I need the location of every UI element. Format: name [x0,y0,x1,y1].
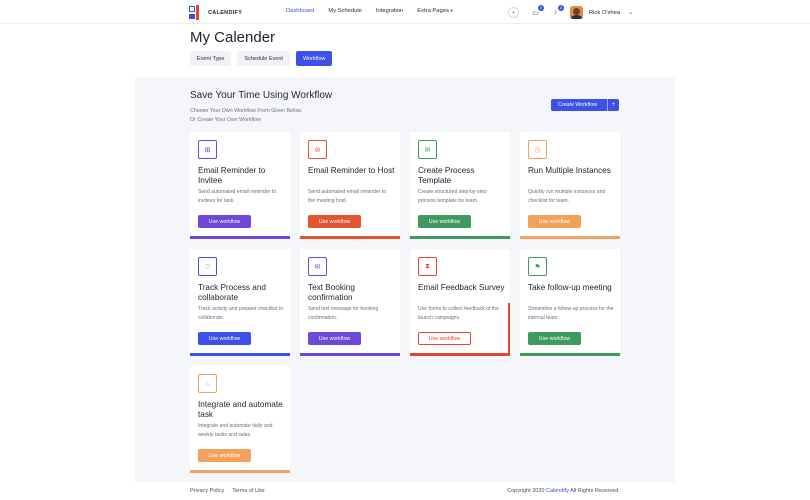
header-actions: + ▭ 2 ♪ 3 Rick O'shea ⌄ [508,5,633,19]
envelope-open-icon: ✉ [418,140,437,159]
top-header: CALENDIFY Dashboard My Schedule Integrat… [0,0,810,24]
workflow-card: ♡ Track Process and collaborate Track acti… [190,249,290,356]
copyright-prefix: Copyright 2020 [507,488,546,494]
workflow-card-description: Send text message for booking confirmati… [308,306,379,321]
workflow-card-title: Track Process and collaborate [198,283,266,302]
workflow-card-description: Quickly run multiple instances and check… [528,189,606,204]
nav-dashboard[interactable]: Dashboard [286,8,314,14]
workflow-card: ⊞ Email Reminder to Invitee Send automated… [190,132,290,239]
eye-slash-icon: ⊘ [308,140,327,159]
copyright-suffix: All Rights Reserved. [568,488,620,494]
use-workflow-button[interactable]: Use workflow [198,215,251,228]
card-accent-bar [190,236,290,239]
footer-links: Privacy Policy Terms of Use [190,488,273,494]
workflow-card: ✉ Text Booking confirmation Send text mess… [300,249,400,356]
use-workflow-button[interactable]: Use workflow [418,332,471,345]
use-workflow-button[interactable]: Use workflow [308,215,361,228]
envelope-icon: ✉ [308,257,327,276]
card-accent-bar [300,236,400,239]
brand-link[interactable]: Calendify [546,488,569,494]
message-icon[interactable]: ▭ 2 [530,5,544,18]
nav-integration[interactable]: Integration [376,8,403,14]
page-title: My Calender [190,29,276,46]
avatar[interactable] [570,6,583,19]
workflow-subtitle-line1: Choose Your Own Workflow From Given Belo… [190,108,303,114]
use-workflow-button[interactable]: Use workflow [418,215,471,228]
workflow-card: ⊘ Email Reminder to Host Send automated em… [300,132,400,239]
card-accent-bar [190,470,290,473]
handshake-icon: ♡ [198,257,217,276]
logo-mark-icon [189,5,204,20]
user-name[interactable]: Rick O'shea [589,10,620,16]
workflow-card: ✉ Create Process Template Create structure… [410,132,510,239]
tab-bar: Event Type Schedule Event Workflow [190,51,338,66]
notification-badge: 3 [558,5,564,11]
use-workflow-button[interactable]: Use workflow [528,215,581,228]
chevron-down-icon: ▾ [450,8,453,13]
workflow-card-title: Integrate and automate task [198,400,283,419]
card-accent-bar [410,236,510,239]
workflow-card-description: Send automated email reminder to the mee… [308,189,387,204]
card-accent-side [508,303,510,356]
workflow-card-description: Send automated email reminder to invitee… [198,189,277,204]
bookmark-icon: ⚑ [528,257,547,276]
use-workflow-button[interactable]: Use workflow [198,449,251,462]
bell-icon[interactable]: ♪ 3 [550,5,564,18]
workflow-card-description: Streamline a follow-up process for the i… [528,306,614,321]
privacy-policy-link[interactable]: Privacy Policy [190,488,224,494]
workflow-card-title: Create Process Template [418,166,475,185]
tab-workflow[interactable]: Workflow [295,51,333,66]
workflow-panel: Save Your Time Using Workflow Choose You… [135,77,675,482]
clock-icon: ◷ [528,140,547,159]
create-workflow-label: Create Workflow [558,102,598,108]
card-accent-bar [410,353,510,356]
workflow-card: ⚑ Take follow-up meeting Streamline a foll… [520,249,620,356]
workflow-subtitle-line2: Or Create Your Own Workflow [190,117,261,123]
hourglass-icon: ⧗ [418,257,437,276]
workflow-card-title: Email Feedback Survey [418,283,505,292]
workflow-subtitle: Choose Your Own Workflow From Given Belo… [190,107,350,125]
workflow-card-description: Create structured step-by-step process t… [418,189,487,204]
nav-my-schedule[interactable]: My Schedule [328,8,362,14]
use-workflow-button[interactable]: Use workflow [308,332,361,345]
card-accent-bar [520,353,620,356]
nav-extra-pages[interactable]: Extra Pages ▾ [417,8,452,14]
sitemap-icon: ⊞ [198,140,217,159]
card-accent-bar [300,353,400,356]
workflow-card: ◷ Run Multiple Instances Quickly run multi… [520,132,620,239]
logo[interactable]: CALENDIFY [189,5,242,20]
workflow-card: ⧗ Email Feedback Survey Use forms to colle… [410,249,510,356]
workflow-card-description: Track activity and prepare checklist to … [198,306,284,321]
fire-icon: ♨ [198,374,217,393]
workflow-card-title: Text Booking confirmation [308,283,355,302]
plus-icon: + [607,99,619,111]
workflow-title: Save Your Time Using Workflow [190,90,333,101]
create-workflow-button[interactable]: Create Workflow + [551,99,619,111]
tab-schedule-event[interactable]: Schedule Event [237,51,290,66]
main-nav: Dashboard My Schedule Integration Extra … [286,8,467,14]
message-badge: 2 [538,5,544,11]
use-workflow-button[interactable]: Use workflow [198,332,251,345]
workflow-card: ♨ Integrate and automate task Integrate an… [190,366,290,473]
workflow-card-description: Integrate and automate daily and weekly … [198,423,273,438]
chevron-down-icon[interactable]: ⌄ [628,9,633,16]
footer-copyright: Copyright 2020 Calendify All Rights Rese… [507,488,620,494]
tab-event-type[interactable]: Event Type [190,51,232,66]
add-icon[interactable]: + [508,7,519,18]
workflow-card-title: Email Reminder to Host [308,166,395,175]
workflow-card-description: Use forms to collect feedback of the lau… [418,306,499,321]
card-accent-bar [520,236,620,239]
logo-text: CALENDIFY [208,9,243,16]
workflow-card-title: Email Reminder to Invitee [198,166,266,185]
terms-of-use-link[interactable]: Terms of Use [232,488,264,494]
card-accent-bar [190,353,290,356]
nav-extra-pages-label: Extra Pages [417,8,449,14]
workflow-card-title: Run Multiple Instances [528,166,611,175]
use-workflow-button[interactable]: Use workflow [528,332,581,345]
workflow-card-title: Take follow-up meeting [528,283,612,292]
